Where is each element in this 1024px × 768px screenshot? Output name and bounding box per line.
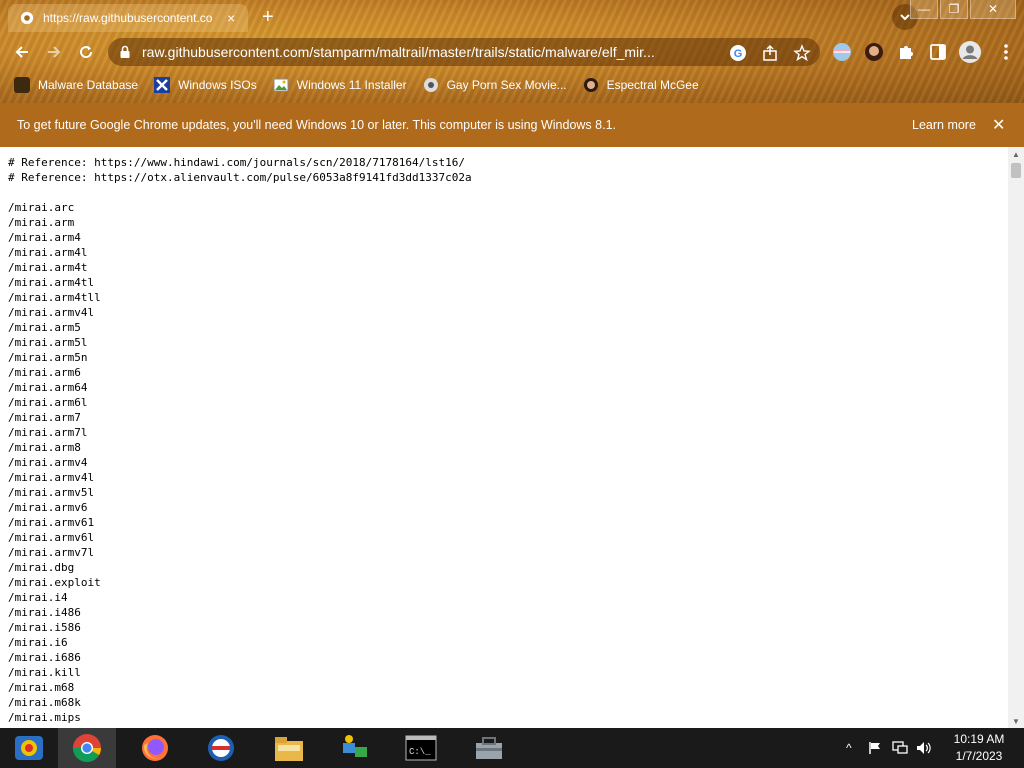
bookmark-star-icon[interactable] bbox=[793, 44, 811, 62]
side-panel-icon[interactable] bbox=[928, 42, 948, 62]
google-lens-icon[interactable]: G bbox=[729, 44, 747, 62]
scroll-down-icon[interactable]: ▼ bbox=[1008, 714, 1024, 728]
new-tab-button[interactable]: + bbox=[262, 6, 274, 29]
toolbox-icon bbox=[476, 737, 502, 759]
browser-tab[interactable]: https://raw.githubusercontent.co × bbox=[8, 4, 248, 32]
minimize-button[interactable]: — bbox=[910, 0, 938, 19]
chrome-icon bbox=[73, 734, 101, 762]
scrollbar-thumb[interactable] bbox=[1011, 163, 1021, 178]
window-controls: — ❐ ✕ bbox=[908, 0, 1016, 19]
taskbar-command-prompt[interactable]: C:\_ bbox=[392, 728, 450, 768]
bookmark-label: Windows 11 Installer bbox=[296, 78, 407, 92]
volume-icon bbox=[917, 742, 931, 754]
image-icon bbox=[273, 78, 289, 92]
profile-avatar-icon[interactable] bbox=[958, 40, 982, 64]
extension-avatar-icon[interactable] bbox=[864, 42, 884, 62]
svg-text:C:\_: C:\_ bbox=[409, 747, 431, 757]
taskbar-chrome[interactable] bbox=[58, 728, 116, 768]
forward-button[interactable] bbox=[42, 40, 66, 64]
tab-title: https://raw.githubusercontent.co bbox=[43, 11, 213, 25]
tray-overflow[interactable]: ^ bbox=[846, 728, 852, 768]
svg-text:G: G bbox=[734, 48, 743, 60]
vertical-scrollbar[interactable]: ▲ ▼ bbox=[1008, 147, 1024, 728]
tray-arrow-icon: ^ bbox=[846, 741, 852, 755]
infobar-close-icon[interactable]: ✕ bbox=[992, 115, 1005, 135]
file-explorer-icon bbox=[275, 737, 303, 761]
tray-flag[interactable] bbox=[868, 728, 882, 768]
bookmark-malware-database[interactable]: Malware Database bbox=[14, 77, 138, 93]
reload-button[interactable] bbox=[74, 40, 98, 64]
clock-date: 1/7/2023 bbox=[955, 749, 1003, 763]
bookmark-label: Gay Porn Sex Movie... bbox=[446, 78, 567, 92]
command-prompt-icon: C:\_ bbox=[405, 735, 437, 761]
bookmark-label: Espectral McGee bbox=[606, 78, 699, 92]
menu-kebab-icon[interactable] bbox=[996, 42, 1016, 62]
tab-close-icon[interactable]: × bbox=[227, 10, 235, 26]
bookmark-windows-isos[interactable]: Windows ISOs bbox=[154, 77, 257, 93]
start-orb-icon bbox=[15, 736, 43, 760]
share-icon[interactable] bbox=[761, 44, 779, 62]
navigation-bar: raw.githubusercontent.com/stamparm/maltr… bbox=[0, 36, 1024, 68]
back-button[interactable] bbox=[10, 40, 34, 64]
x-logo-icon bbox=[154, 77, 171, 93]
close-window-button[interactable]: ✕ bbox=[970, 0, 1016, 19]
github-favicon-icon bbox=[20, 11, 34, 25]
bookmark-label: Windows ISOs bbox=[178, 78, 257, 92]
firefox-icon bbox=[142, 735, 168, 761]
raw-text-content: # Reference: https://www.hindawi.com/jou… bbox=[0, 147, 1008, 728]
taskbar-firefox[interactable] bbox=[126, 728, 184, 768]
site-icon bbox=[423, 78, 438, 92]
action-center-flag-icon bbox=[869, 742, 880, 754]
clock-time: 10:19 AM bbox=[953, 732, 1005, 746]
learn-more-link[interactable]: Learn more bbox=[912, 118, 976, 132]
address-bar[interactable]: raw.githubusercontent.com/stamparm/maltr… bbox=[108, 38, 820, 66]
bookmark-espectral-mcgee[interactable]: Espectral McGee bbox=[583, 77, 699, 93]
bookmark-label: Malware Database bbox=[38, 78, 139, 92]
restore-button[interactable]: ❐ bbox=[940, 0, 968, 19]
infobar-message: To get future Google Chrome updates, you… bbox=[17, 118, 616, 132]
taskbar-file-explorer[interactable] bbox=[260, 728, 318, 768]
forward-arrow-icon bbox=[48, 46, 61, 58]
taskbar-network-app[interactable] bbox=[326, 728, 384, 768]
system-clock[interactable]: 10:19 AM 1/7/2023 bbox=[944, 731, 1014, 765]
back-arrow-icon bbox=[15, 46, 28, 58]
extension-flag-icon[interactable] bbox=[832, 42, 852, 62]
windows-taskbar: C:\_ ^ 10:19 AM 1/7/2023 bbox=[0, 728, 1024, 768]
url-text[interactable]: raw.githubusercontent.com/stamparm/maltr… bbox=[142, 44, 717, 60]
reload-icon bbox=[80, 46, 93, 59]
office-icon bbox=[208, 735, 234, 761]
taskbar-office[interactable] bbox=[192, 728, 250, 768]
scroll-up-icon[interactable]: ▲ bbox=[1008, 147, 1024, 161]
extensions-puzzle-icon[interactable] bbox=[896, 42, 916, 62]
start-button[interactable] bbox=[0, 728, 58, 768]
malware-icon bbox=[14, 77, 30, 93]
bookmarks-bar: Malware Database Windows ISOs Windows 11… bbox=[0, 72, 1024, 98]
bookmark-site[interactable]: Gay Porn Sex Movie... bbox=[423, 77, 567, 93]
bookmark-windows-11-installer[interactable]: Windows 11 Installer bbox=[273, 77, 407, 93]
file-text: # Reference: https://www.hindawi.com/jou… bbox=[8, 156, 472, 724]
network-icon bbox=[892, 741, 908, 754]
taskbar-toolbox[interactable] bbox=[460, 728, 518, 768]
avatar-icon bbox=[583, 78, 598, 92]
lock-icon bbox=[120, 45, 130, 58]
tray-network[interactable] bbox=[892, 728, 908, 768]
update-infobar: To get future Google Chrome updates, you… bbox=[0, 103, 1024, 147]
tray-volume[interactable] bbox=[916, 728, 932, 768]
network-app-icon bbox=[343, 735, 367, 757]
